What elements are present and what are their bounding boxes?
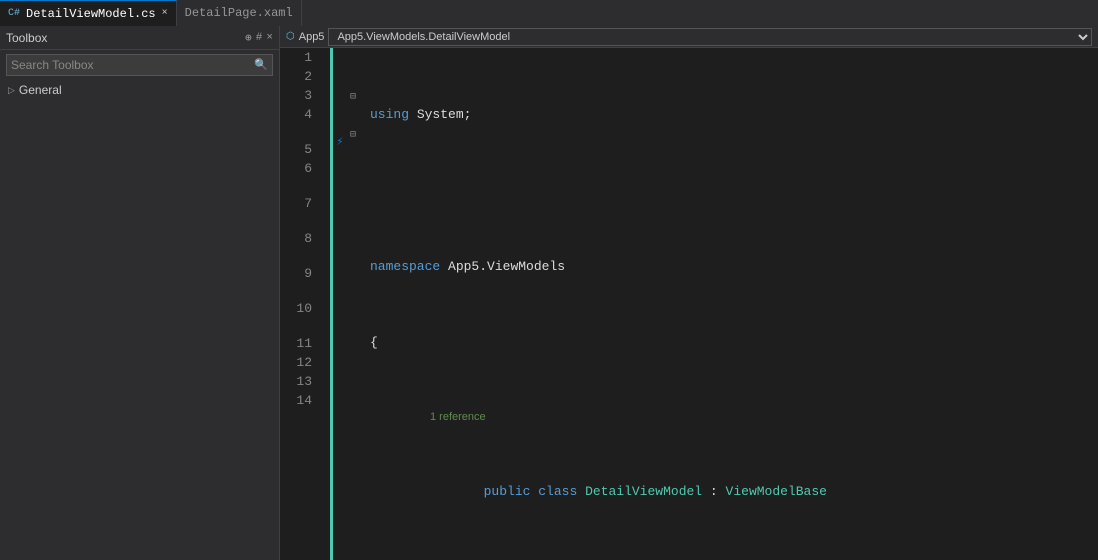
gutter: ⚡ bbox=[330, 48, 350, 560]
search-icon: 🔍 bbox=[254, 58, 268, 72]
ln-8: 8 bbox=[280, 213, 320, 248]
code-line-3: namespace App5.ViewModels bbox=[366, 257, 1098, 276]
collapse-10 bbox=[350, 283, 366, 318]
gutter-6 bbox=[330, 159, 350, 178]
ns-name: App5.ViewModels bbox=[448, 257, 565, 276]
gutter-12 bbox=[330, 353, 350, 372]
hint-5-text: 1 reference bbox=[430, 408, 486, 427]
section-label: General bbox=[19, 83, 62, 97]
tab-detail-view-model[interactable]: C# DetailViewModel.cs × bbox=[0, 0, 177, 26]
cs-nav-icon: ⬡ bbox=[286, 31, 295, 42]
ln-13: 13 bbox=[280, 372, 320, 391]
collapse-9 bbox=[350, 248, 366, 283]
line-numbers: 1 2 3 4 5 6 7 8 9 10 11 12 13 14 bbox=[280, 48, 330, 560]
gutter-1 bbox=[330, 48, 350, 67]
section-arrow-icon: ▷ bbox=[8, 85, 15, 96]
nav-class-dropdown[interactable]: App5.ViewModels.DetailViewModel bbox=[328, 28, 1092, 46]
collapse-11 bbox=[350, 318, 366, 353]
editor-content[interactable]: 1 2 3 4 5 6 7 8 9 10 11 12 13 14 bbox=[280, 48, 1098, 560]
collapse-2 bbox=[350, 67, 366, 86]
toolbox-controls: ⊕ # × bbox=[245, 31, 273, 45]
gutter-13 bbox=[330, 372, 350, 391]
ln-1: 1 bbox=[280, 48, 320, 67]
tab-label: DetailViewModel.cs bbox=[26, 7, 156, 21]
tab-close-button[interactable]: × bbox=[162, 8, 168, 19]
code-panel[interactable]: using System; namespace App5.ViewModels … bbox=[366, 48, 1098, 560]
gutter-14 bbox=[330, 391, 350, 410]
ln-12: 12 bbox=[280, 353, 320, 372]
green-indicator bbox=[330, 48, 333, 560]
collapse-12 bbox=[350, 353, 366, 372]
ln-9: 9 bbox=[280, 248, 320, 283]
hint-line-5: 1 reference bbox=[366, 409, 1098, 425]
toolbox-minimize-icon[interactable]: # bbox=[256, 32, 263, 44]
ln-11: 11 bbox=[280, 318, 320, 353]
ln-7: 7 bbox=[280, 178, 320, 213]
ln-14: 14 bbox=[280, 391, 320, 410]
kw-using: using bbox=[370, 105, 409, 124]
ln-3: 3 bbox=[280, 86, 320, 105]
toolbox-title: Toolbox bbox=[6, 31, 47, 45]
ln-10: 10 bbox=[280, 283, 320, 318]
ln-6: 6 bbox=[280, 159, 320, 178]
collapse-column: ⊟ ⊟ bbox=[350, 48, 366, 560]
base-class: ViewModelBase bbox=[726, 484, 827, 499]
collapse-5: ⊟ bbox=[350, 124, 366, 159]
gutter-11 bbox=[330, 318, 350, 353]
collapse-1 bbox=[350, 48, 366, 67]
kw-public-5: public bbox=[484, 484, 531, 499]
ln-4: 4 bbox=[280, 105, 320, 124]
brace-open-ns: { bbox=[370, 333, 378, 352]
ln-5: 5 bbox=[280, 124, 320, 159]
kw-namespace: namespace bbox=[370, 257, 440, 276]
code-line-2 bbox=[366, 181, 1098, 200]
gutter-2 bbox=[330, 67, 350, 86]
collapse-namespace-btn[interactable]: ⊟ bbox=[350, 92, 356, 103]
collapse-4 bbox=[350, 105, 366, 124]
gutter-7 bbox=[330, 178, 350, 213]
main-area: Toolbox ⊕ # × 🔍 ▷ General ⬡ App5 App5.Vi… bbox=[0, 26, 1098, 560]
toolbox-search-box[interactable]: 🔍 bbox=[6, 54, 273, 76]
toolbox-header: Toolbox ⊕ # × bbox=[0, 26, 279, 50]
toolbox-section-general[interactable]: ▷ General bbox=[0, 80, 279, 100]
classname: DetailViewModel bbox=[585, 484, 702, 499]
editor-area: ⬡ App5 App5.ViewModels.DetailViewModel 1… bbox=[280, 26, 1098, 560]
collapse-6 bbox=[350, 159, 366, 178]
editor-nav: ⬡ App5 App5.ViewModels.DetailViewModel bbox=[280, 26, 1098, 48]
toolbox-panel: Toolbox ⊕ # × 🔍 ▷ General bbox=[0, 26, 280, 560]
colon: : bbox=[710, 484, 718, 499]
ln-2: 2 bbox=[280, 67, 320, 86]
nav-project-label: App5 bbox=[299, 31, 325, 43]
collapse-3: ⊟ bbox=[350, 86, 366, 105]
search-input[interactable] bbox=[11, 58, 254, 72]
gutter-5: ⚡ bbox=[330, 124, 350, 159]
code-line-1: using System; bbox=[366, 105, 1098, 124]
refactor-icon[interactable]: ⚡ bbox=[336, 134, 343, 149]
code-line-5: public class DetailViewModel : ViewModel… bbox=[366, 482, 1098, 501]
nav-project: ⬡ App5 bbox=[286, 31, 324, 43]
cs-file-icon: C# bbox=[8, 8, 20, 19]
collapse-14 bbox=[350, 391, 366, 410]
tab-label-2: DetailPage.xaml bbox=[185, 6, 293, 20]
gutter-4 bbox=[330, 105, 350, 124]
kw-class: class bbox=[538, 484, 577, 499]
code-line-4: { bbox=[366, 333, 1098, 352]
gutter-3 bbox=[330, 86, 350, 105]
tab-detail-page-xaml[interactable]: DetailPage.xaml bbox=[177, 0, 302, 26]
gutter-9 bbox=[330, 248, 350, 283]
toolbox-pin-icon[interactable]: ⊕ bbox=[245, 31, 252, 45]
toolbox-close-icon[interactable]: × bbox=[266, 32, 273, 44]
tab-bar: C# DetailViewModel.cs × DetailPage.xaml bbox=[0, 0, 1098, 26]
collapse-8 bbox=[350, 213, 366, 248]
collapse-13 bbox=[350, 372, 366, 391]
gutter-8 bbox=[330, 213, 350, 248]
gutter-10 bbox=[330, 283, 350, 318]
plain-system: System; bbox=[417, 105, 472, 124]
collapse-class-btn[interactable]: ⊟ bbox=[350, 130, 356, 141]
collapse-7 bbox=[350, 178, 366, 213]
